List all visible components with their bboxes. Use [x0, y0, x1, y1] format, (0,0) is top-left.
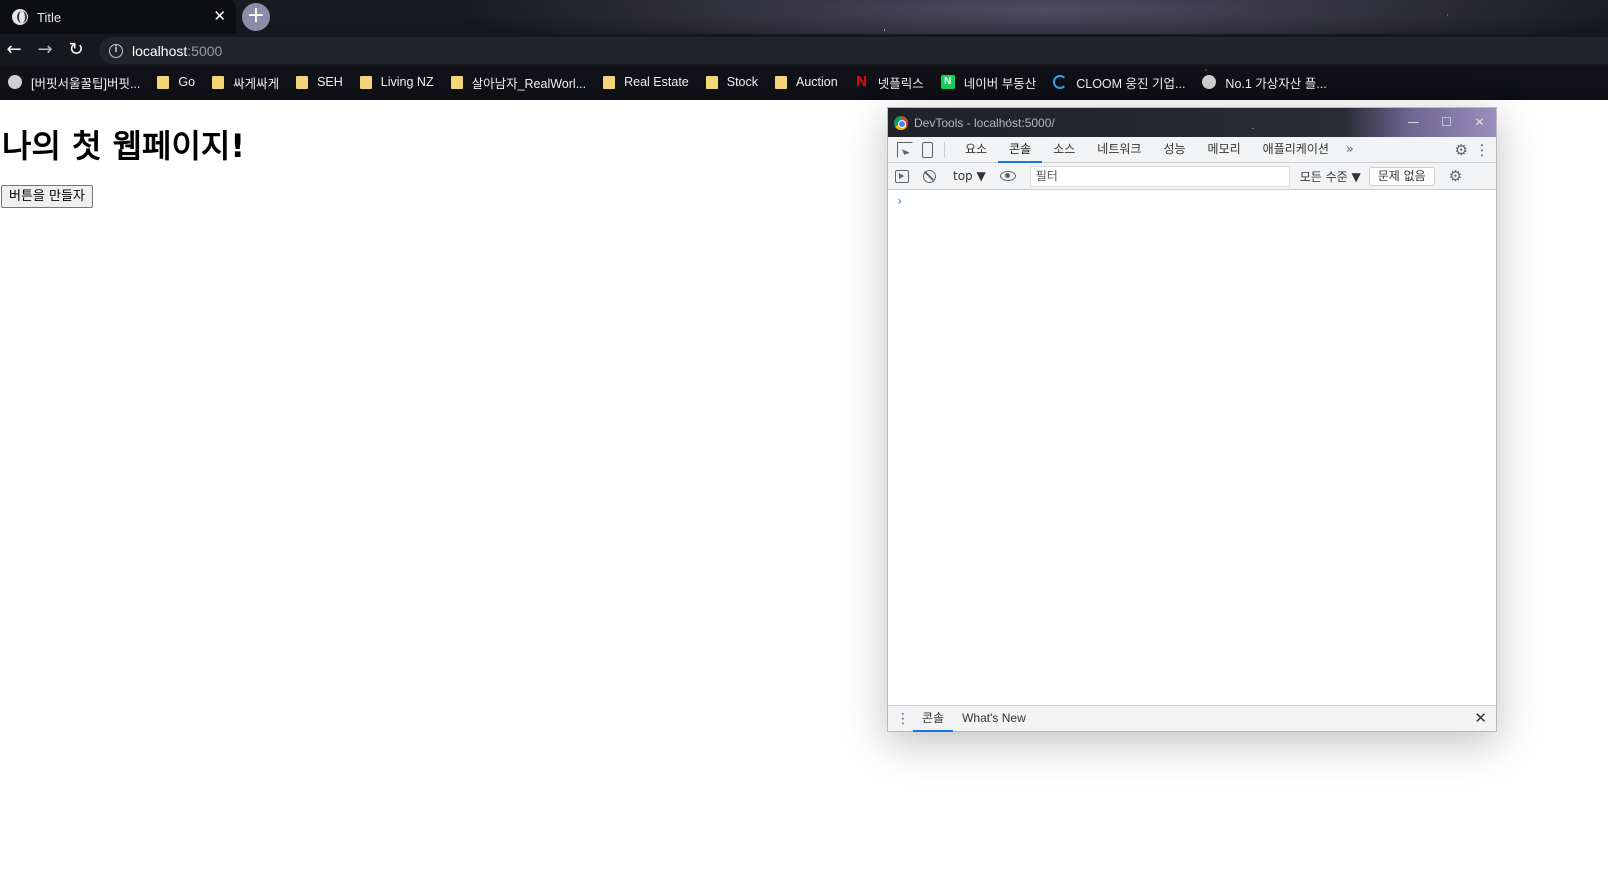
- folder-icon: [157, 75, 170, 89]
- bookmark-seh[interactable]: SEH: [296, 75, 343, 89]
- tab-title: Title: [37, 9, 62, 25]
- bookmark-crypto[interactable]: No.1 가상자산 플...: [1202, 73, 1327, 92]
- devtools-titlebar[interactable]: DevTools - localhost:5000/ — ☐ ✕: [888, 108, 1496, 137]
- device-toolbar-icon[interactable]: [922, 141, 933, 158]
- new-tab-button[interactable]: +: [242, 3, 270, 31]
- devtools-tabbar: 요소 콘솔 소스 네트워크 성능 메모리 애플리케이션 » ⚙ ⋮: [888, 137, 1496, 163]
- log-levels-dropdown[interactable]: 모든 수준 ▼: [1300, 168, 1361, 185]
- close-window-button[interactable]: ✕: [1463, 108, 1496, 137]
- make-button[interactable]: 버튼을 만들자: [1, 185, 93, 208]
- folder-icon: [359, 75, 372, 89]
- bookmark-label: 넷플릭스: [877, 76, 924, 91]
- bookmark-stock[interactable]: Stock: [705, 75, 759, 89]
- folder-icon: [212, 75, 225, 89]
- devtools-actions: ⚙ ⋮: [1455, 137, 1496, 163]
- tab-application[interactable]: 애플리케이션: [1252, 137, 1340, 163]
- settings-gear-icon[interactable]: ⚙: [1455, 137, 1468, 163]
- bookmarks-bar: [버핏서울꿀팁]버핏... Go 싸게싸게 SEH Living NZ 살아남자…: [0, 68, 1608, 96]
- address-bar[interactable]: i localhost:5000: [99, 37, 1608, 64]
- cloom-icon: [1053, 75, 1068, 89]
- tab-sources[interactable]: 소스: [1042, 137, 1086, 163]
- browser-toolbar: ← → ↻ i localhost:5000: [0, 34, 1608, 66]
- bookmark-label: Living NZ: [380, 75, 434, 89]
- bookmark-label: No.1 가상자산 플...: [1225, 76, 1327, 91]
- globe-icon: [12, 9, 28, 25]
- window-controls: — ☐ ✕: [1397, 108, 1496, 137]
- forward-button[interactable]: →: [33, 38, 57, 62]
- live-expression-eye-icon[interactable]: [999, 171, 1016, 181]
- url-host: localhost: [132, 42, 188, 59]
- console-sidebar-icon[interactable]: [895, 169, 909, 183]
- globe-icon: [1202, 75, 1217, 89]
- bookmark-label: 싸게싸게: [233, 76, 280, 91]
- drawer-close-icon[interactable]: ✕: [1474, 709, 1487, 727]
- naver-icon: N: [940, 75, 955, 89]
- folder-icon: [705, 75, 718, 89]
- folder-icon: [775, 75, 788, 89]
- folder-icon: [450, 75, 463, 89]
- bookmark-label: Real Estate: [624, 75, 689, 89]
- minimize-button[interactable]: —: [1397, 108, 1430, 137]
- folder-icon: [603, 75, 616, 89]
- customize-menu-icon[interactable]: ⋮: [1468, 137, 1496, 163]
- drawer-tab-whats-new[interactable]: What's New: [953, 706, 1035, 732]
- site-info-icon[interactable]: i: [109, 43, 123, 58]
- browser-chrome: Title ✕ + ← → ↻ i localhost:5000 [버핏서울꿀팁…: [0, 0, 1608, 100]
- bookmark-naver-realestate[interactable]: N 네이버 부동산: [940, 73, 1037, 92]
- more-tabs-icon[interactable]: »: [1340, 142, 1360, 157]
- context-selector[interactable]: top ▼: [953, 169, 986, 183]
- bookmark-living-nz[interactable]: Living NZ: [359, 75, 434, 89]
- bookmark-label: Auction: [796, 75, 838, 89]
- console-output[interactable]: ›: [888, 190, 1496, 704]
- browser-tab[interactable]: Title ✕: [0, 0, 236, 34]
- bookmark-label: SEH: [317, 75, 343, 89]
- drawer-menu-icon[interactable]: ⋮: [893, 711, 913, 727]
- bookmark-netflix[interactable]: N 넷플릭스: [855, 73, 924, 92]
- maximize-button[interactable]: ☐: [1430, 108, 1463, 137]
- tab-network[interactable]: 네트워크: [1086, 137, 1152, 163]
- bookmark-label: [버핏서울꿀팁]버핏...: [31, 76, 141, 91]
- netflix-icon: N: [856, 73, 868, 90]
- clear-console-icon[interactable]: [923, 169, 936, 183]
- drawer-tab-console[interactable]: 콘솔: [913, 706, 954, 732]
- bookmark-realworld[interactable]: 살아남자_RealWorl...: [450, 73, 587, 92]
- folder-icon: [296, 75, 309, 89]
- globe-icon: [8, 75, 22, 89]
- bookmark-ssage[interactable]: 싸게싸게: [212, 73, 279, 92]
- devtools-window-title: DevTools - localhost:5000/: [914, 115, 1055, 130]
- inspect-element-icon[interactable]: [897, 141, 913, 158]
- tab-memory[interactable]: 메모리: [1197, 137, 1252, 163]
- console-toolbar: top ▼ 모든 수준 ▼ 문제 없음 ⚙: [888, 163, 1496, 190]
- bookmark-go[interactable]: Go: [157, 75, 195, 89]
- tab-strip: Title ✕ +: [0, 0, 1608, 34]
- bookmark-label: Stock: [726, 75, 759, 89]
- chrome-logo-icon: [894, 115, 908, 130]
- devtools-window: DevTools - localhost:5000/ — ☐ ✕ 요소 콘솔 소…: [887, 107, 1497, 732]
- bookmark-label: CLOOM 웅진 기업...: [1076, 76, 1186, 91]
- bookmark-label: 살아남자_RealWorl...: [471, 76, 587, 91]
- bookmark-label: 네이버 부동산: [963, 76, 1037, 91]
- back-button[interactable]: ←: [2, 38, 26, 62]
- tab-console[interactable]: 콘솔: [998, 137, 1043, 163]
- devtools-drawer: ⋮ 콘솔 What's New ✕: [888, 705, 1496, 732]
- bookmark-label: Go: [178, 75, 196, 89]
- tab-close-icon[interactable]: ✕: [213, 8, 226, 24]
- reload-button[interactable]: ↻: [64, 38, 88, 62]
- tab-performance[interactable]: 성능: [1152, 137, 1196, 163]
- tab-elements[interactable]: 요소: [954, 137, 998, 163]
- url-port: :5000: [187, 42, 223, 59]
- bookmark-real-estate[interactable]: Real Estate: [603, 75, 689, 89]
- bookmark-buffet[interactable]: [버핏서울꿀팁]버핏...: [8, 73, 140, 92]
- console-prompt-icon: ›: [896, 194, 904, 208]
- divider: [944, 141, 945, 158]
- console-filter-input[interactable]: [1029, 165, 1290, 187]
- bookmark-cloom[interactable]: CLOOM 웅진 기업...: [1053, 73, 1185, 92]
- issues-button[interactable]: 문제 없음: [1368, 166, 1435, 186]
- console-settings-gear-icon[interactable]: ⚙: [1449, 163, 1462, 189]
- page-heading: 나의 첫 웹페이지!: [2, 127, 245, 165]
- bookmark-auction[interactable]: Auction: [775, 75, 838, 89]
